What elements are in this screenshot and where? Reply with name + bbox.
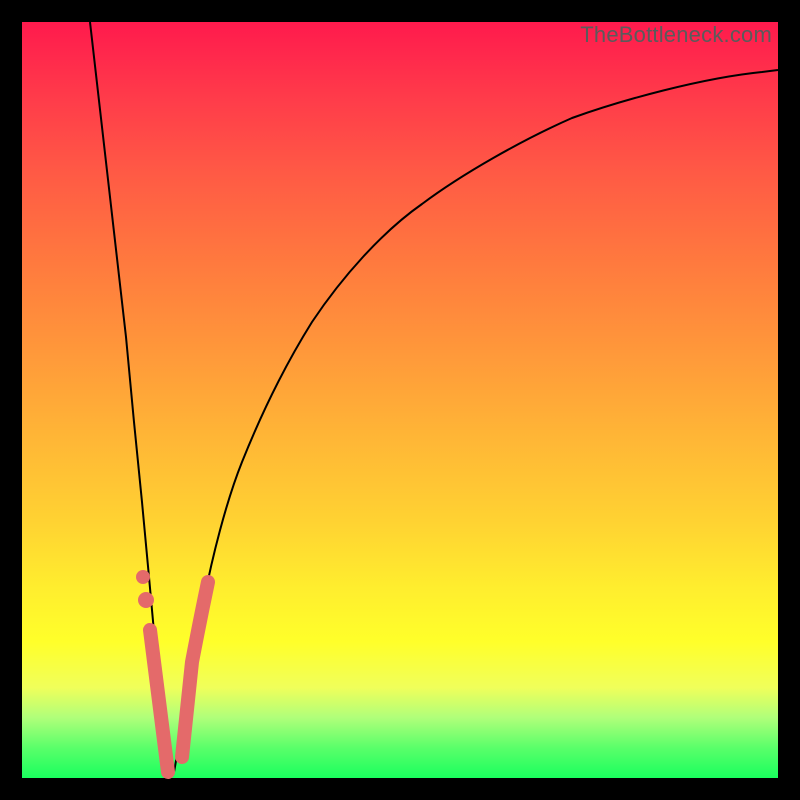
- marker-right-branch-segment: [182, 582, 208, 757]
- chart-svg: [22, 22, 778, 778]
- chart-frame: TheBottleneck.com: [0, 0, 800, 800]
- marker-left-dot-upper: [136, 570, 150, 584]
- plot-area: TheBottleneck.com: [22, 22, 778, 778]
- curve-right-branch: [174, 70, 778, 772]
- marker-left-branch-segment: [150, 630, 168, 772]
- marker-left-dot-lower: [138, 592, 154, 608]
